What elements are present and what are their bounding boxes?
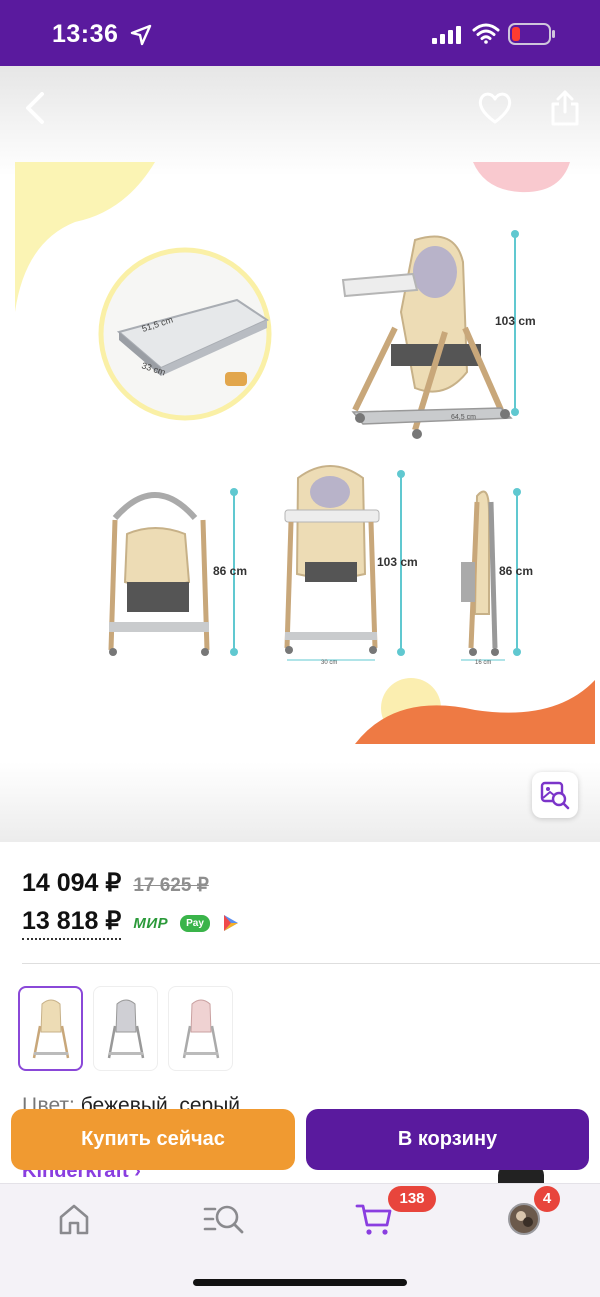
full-height-label: 103 cm bbox=[495, 314, 536, 328]
profile-badge: 4 bbox=[534, 1186, 560, 1212]
highchair-main bbox=[341, 235, 513, 439]
cart-badge: 138 bbox=[388, 1186, 436, 1212]
highchair-folded bbox=[461, 490, 499, 656]
share-icon bbox=[551, 90, 579, 126]
low-height-label: 86 cm bbox=[213, 564, 247, 578]
status-bar: 13:36 bbox=[0, 0, 600, 66]
status-time: 13:36 bbox=[52, 20, 119, 48]
variant-list bbox=[18, 986, 233, 1071]
price-old: 17 625 ₽ bbox=[133, 875, 209, 896]
tab-catalog[interactable] bbox=[194, 1196, 254, 1242]
mir-logo: МИР bbox=[133, 914, 169, 932]
back-arrow-icon bbox=[26, 92, 44, 124]
home-icon bbox=[59, 1204, 89, 1235]
variant-grey[interactable] bbox=[93, 986, 158, 1071]
add-to-cart-button[interactable]: В корзину bbox=[306, 1109, 589, 1170]
divider bbox=[22, 963, 600, 964]
variant-thumb-image bbox=[107, 999, 144, 1058]
play-logo-icon bbox=[223, 915, 238, 931]
variant-pink[interactable] bbox=[168, 986, 233, 1071]
signal-icon bbox=[432, 26, 461, 44]
highchair-front bbox=[284, 465, 380, 654]
front-height-label: 103 cm bbox=[377, 555, 418, 569]
catalog-search-icon bbox=[203, 1205, 244, 1234]
buy-now-button[interactable]: Купить сейчас bbox=[11, 1109, 295, 1170]
price-block: 14 094 ₽ 17 625 ₽ 13 818 ₽ МИР Pay bbox=[22, 868, 582, 940]
share-button[interactable] bbox=[545, 88, 585, 128]
variant-thumb-image bbox=[182, 999, 219, 1058]
highchair-low bbox=[108, 492, 210, 656]
back-button[interactable] bbox=[18, 88, 58, 128]
price-card[interactable]: 13 818 ₽ bbox=[22, 906, 122, 940]
side-height-label: 86 cm bbox=[499, 564, 533, 578]
wifi-icon bbox=[472, 23, 500, 44]
favorite-button[interactable] bbox=[475, 88, 515, 128]
side-depth-label: 16 cm bbox=[475, 660, 491, 666]
product-gallery[interactable]: 51,5 cm 33 cm 103 cm 64,5 cm 86 cm 103 c… bbox=[0, 66, 600, 842]
cart-icon bbox=[355, 1204, 392, 1235]
price-current: 14 094 ₽ bbox=[22, 869, 122, 897]
image-search-icon bbox=[540, 781, 570, 810]
location-arrow-icon bbox=[130, 24, 152, 46]
visual-search-button[interactable] bbox=[532, 772, 578, 818]
home-indicator bbox=[193, 1279, 407, 1286]
battery-low-icon bbox=[508, 23, 555, 45]
product-image: 51,5 cm 33 cm 103 cm 64,5 cm 86 cm 103 c… bbox=[15, 162, 595, 744]
base-width-label: 64,5 cm bbox=[451, 414, 476, 421]
pay-badge: Pay bbox=[180, 914, 210, 932]
front-width-label: 30 cm bbox=[321, 660, 337, 666]
tab-home[interactable] bbox=[44, 1196, 104, 1242]
variant-thumb-image bbox=[32, 999, 69, 1058]
variant-beige[interactable] bbox=[18, 986, 83, 1071]
heart-icon bbox=[478, 92, 512, 124]
